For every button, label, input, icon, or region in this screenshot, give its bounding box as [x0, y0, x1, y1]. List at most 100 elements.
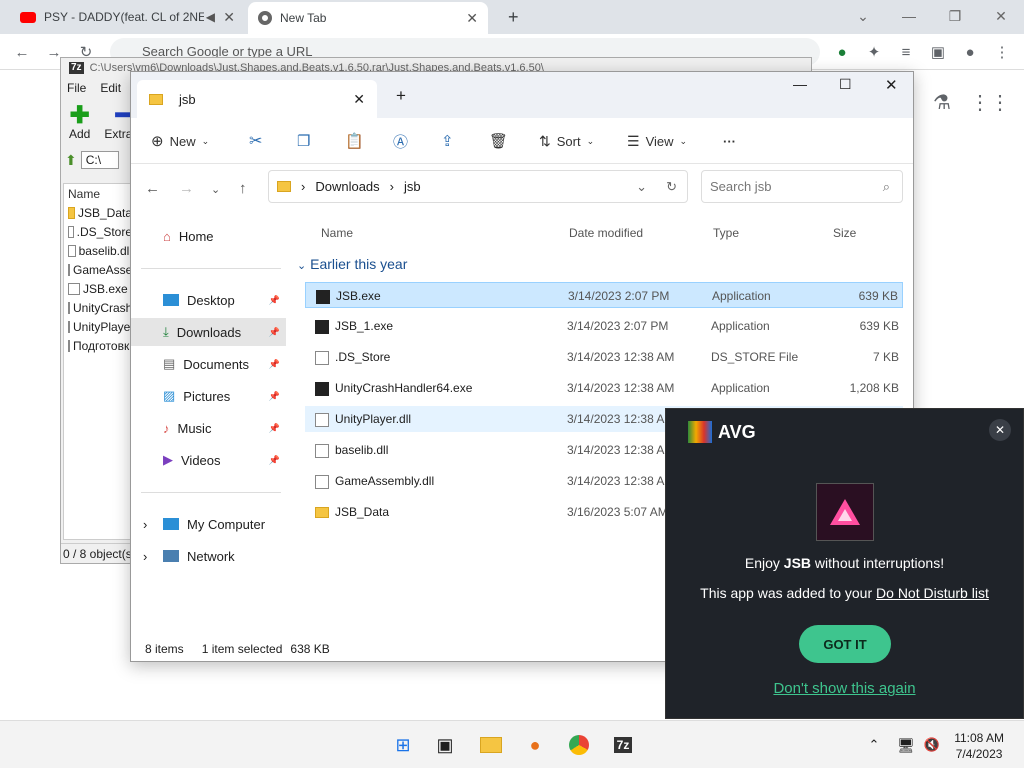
close-tab-icon[interactable]: ✕: [353, 91, 365, 108]
rename-icon[interactable]: Ⓐ: [393, 128, 408, 154]
add-button[interactable]: ✚ Add: [69, 104, 90, 142]
recent-chevron-icon[interactable]: ⌄: [211, 183, 220, 196]
up-folder-icon[interactable]: ⬆: [65, 152, 77, 169]
labs-icon[interactable]: ⚗: [932, 92, 952, 114]
file-row[interactable]: JSB_1.exe 3/14/2023 2:07 PM Application 639…: [305, 313, 903, 339]
menu-file[interactable]: File: [67, 81, 86, 95]
7zip-list-item[interactable]: .DS_Store: [64, 222, 132, 241]
new-tab-button[interactable]: +: [498, 0, 529, 34]
search-box[interactable]: Search jsb ⌕: [701, 170, 903, 203]
address-dropdown-icon[interactable]: ⌄: [636, 179, 647, 195]
7zip-list-item[interactable]: GameAssembly.dll: [64, 260, 132, 279]
pin-icon[interactable]: 📌: [269, 423, 280, 434]
media-icon[interactable]: ≡: [896, 42, 916, 62]
column-header-name[interactable]: Name: [64, 184, 132, 203]
address-bar[interactable]: › Downloads › jsb ⌄ ↻: [268, 170, 688, 203]
sidebar-item-music[interactable]: ♪ Music 📌: [131, 414, 286, 442]
forward-icon[interactable]: →: [179, 180, 194, 197]
new-tab-icon[interactable]: +: [396, 86, 406, 106]
tab-search-icon[interactable]: ⌄: [851, 6, 875, 26]
sidebar-item-home[interactable]: ⌂ Home: [131, 222, 286, 250]
more-options-button[interactable]: ···: [723, 128, 736, 154]
sidebar-item-network[interactable]: › Network: [131, 542, 286, 570]
back-icon[interactable]: ←: [145, 180, 160, 197]
grammarly-icon[interactable]: ●: [832, 42, 852, 62]
close-icon[interactable]: ✕: [885, 76, 898, 94]
file-row[interactable]: .DS_Store 3/14/2023 12:38 AM DS_STORE File…: [305, 344, 903, 370]
explorer-tab-jsb[interactable]: jsb ✕: [137, 80, 377, 118]
pin-icon[interactable]: 📌: [269, 391, 280, 402]
7zip-list-item[interactable]: baselib.dll: [64, 241, 132, 260]
sort-button[interactable]: ⇅ Sort ⌄: [539, 128, 594, 154]
refresh-icon[interactable]: ↻: [666, 179, 677, 195]
browser-tab-newtab[interactable]: New Tab ✕: [248, 2, 488, 34]
side-panel-icon[interactable]: ▣: [928, 42, 948, 62]
chrome-icon[interactable]: [567, 733, 591, 757]
menu-edit[interactable]: Edit: [100, 81, 121, 95]
minimize-icon[interactable]: —: [793, 76, 807, 92]
column-header-name[interactable]: Name: [321, 226, 353, 240]
file-row[interactable]: UnityCrashHandler64.exe 3/14/2023 12:38 A…: [305, 375, 903, 401]
pin-icon[interactable]: 📌: [269, 327, 280, 338]
close-tab-icon[interactable]: ✕: [466, 10, 478, 27]
7zip-taskbar-icon[interactable]: 7z: [611, 733, 635, 757]
delete-icon[interactable]: 🗑: [489, 128, 508, 154]
task-view-icon[interactable]: ▣: [433, 733, 457, 757]
7zip-list-item[interactable]: Подготовка: [64, 336, 132, 355]
volume-icon[interactable]: 🔇: [920, 733, 944, 757]
network-status-icon[interactable]: 🖥: [894, 733, 918, 757]
pin-icon[interactable]: 📌: [269, 295, 280, 306]
column-header-type[interactable]: Type: [713, 226, 739, 240]
menu-icon[interactable]: ⋮: [992, 42, 1012, 62]
dont-show-again-link[interactable]: Don't show this again: [666, 680, 1023, 697]
pin-icon[interactable]: 📌: [269, 359, 280, 370]
file-row[interactable]: JSB.exe 3/14/2023 2:07 PM Application 639 K…: [305, 282, 903, 308]
new-button[interactable]: ⊕ New ⌄: [151, 128, 209, 154]
sidebar-item-downloads[interactable]: ⤓ Downloads 📌: [131, 318, 286, 346]
file-explorer-icon[interactable]: [479, 733, 503, 757]
show-hidden-icons[interactable]: ⌃: [862, 733, 886, 757]
mute-icon[interactable]: ◀: [206, 10, 215, 24]
group-header[interactable]: ⌄ Earlier this year: [297, 256, 407, 272]
sidebar-item-pictures[interactable]: ▨ Pictures 📌: [131, 382, 286, 410]
7zip-list-item[interactable]: UnityPlayer.dll: [64, 317, 132, 336]
desktop-icon: [163, 294, 179, 306]
browser-tab-youtube[interactable]: PSY - DADDY(feat. CL of 2NE1) ◀ ✕: [10, 0, 245, 34]
pin-icon[interactable]: 📌: [269, 455, 280, 466]
restore-icon[interactable]: ❐: [943, 6, 967, 26]
back-icon[interactable]: ←: [12, 42, 32, 62]
maximize-icon[interactable]: ☐: [839, 76, 852, 93]
share-icon[interactable]: ⇪: [441, 128, 454, 154]
firefox-icon[interactable]: ●: [523, 733, 547, 757]
7zip-address[interactable]: C:\: [80, 151, 119, 169]
7zip-list-item[interactable]: JSB_Data: [64, 203, 132, 222]
apps-grid-icon[interactable]: ⋮⋮: [970, 92, 1010, 114]
sidebar-item-documents[interactable]: ▤ Documents 📌: [131, 350, 286, 378]
sidebar-item-videos[interactable]: ▶ Videos 📌: [131, 446, 286, 474]
do-not-disturb-link[interactable]: Do Not Disturb list: [876, 585, 989, 601]
got-it-button[interactable]: GOT IT: [799, 625, 891, 663]
cut-icon[interactable]: ✂: [249, 128, 262, 154]
expand-chevron-icon[interactable]: ›: [143, 517, 147, 532]
close-icon[interactable]: ✕: [989, 6, 1013, 26]
breadcrumb-downloads[interactable]: Downloads: [315, 179, 379, 194]
up-icon[interactable]: ↑: [239, 180, 247, 197]
close-tab-icon[interactable]: ✕: [223, 9, 235, 26]
view-button[interactable]: ☰ View ⌄: [627, 128, 687, 154]
breadcrumb-jsb[interactable]: jsb: [404, 179, 421, 194]
7zip-list-item[interactable]: JSB.exe: [64, 279, 132, 298]
7zip-list-item[interactable]: UnityCrashHandler64.exe: [64, 298, 132, 317]
column-header-date[interactable]: Date modified: [569, 226, 643, 240]
windows-start-icon[interactable]: ⊞: [391, 733, 415, 757]
sidebar-item-desktop[interactable]: Desktop 📌: [131, 286, 286, 314]
extensions-icon[interactable]: ✦: [864, 42, 884, 62]
column-header-size[interactable]: Size: [833, 226, 856, 240]
minimize-icon[interactable]: —: [897, 6, 921, 26]
profile-icon[interactable]: ●: [960, 42, 980, 62]
paste-icon[interactable]: 📋: [345, 128, 364, 154]
close-icon[interactable]: ✕: [989, 419, 1011, 441]
copy-icon[interactable]: ❐: [297, 128, 310, 154]
sidebar-item-my-computer[interactable]: › My Computer: [131, 510, 286, 538]
clock[interactable]: 11:08 AM 7/4/2023: [954, 730, 1004, 762]
expand-chevron-icon[interactable]: ›: [143, 549, 147, 564]
